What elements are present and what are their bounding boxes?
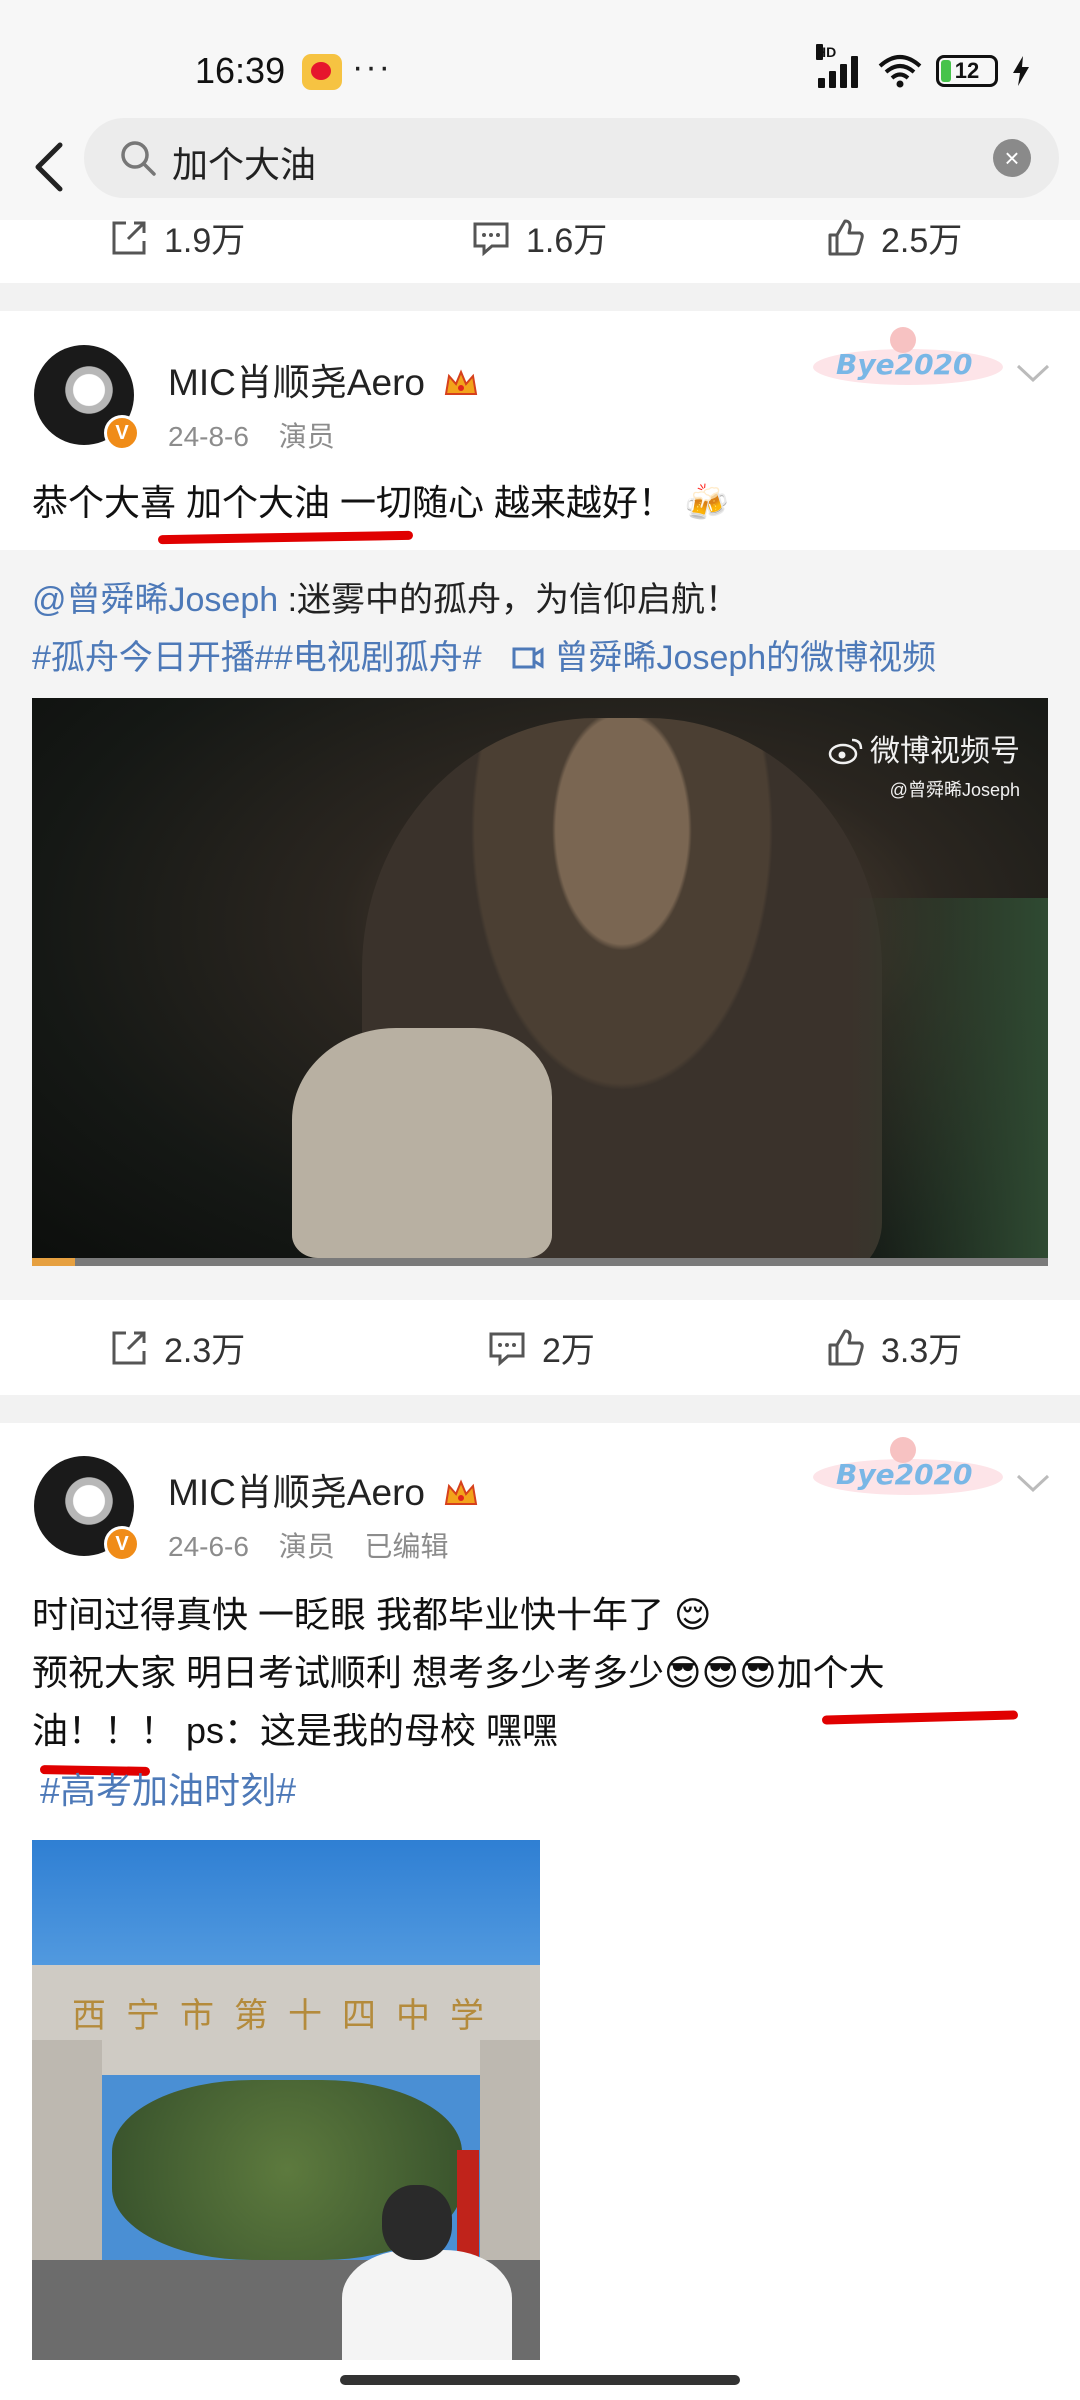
comment-button[interactable]: 1.6万 <box>470 195 607 280</box>
like-icon <box>828 219 864 255</box>
card-decoration-icon: Bye2020 <box>813 1437 1003 1495</box>
comment-count: 1.6万 <box>526 222 608 260</box>
video-player[interactable]: 微博视频号 @曾舜晞Joseph <box>32 698 1048 1266</box>
card-decoration-icon: Bye2020 <box>813 327 1003 385</box>
username[interactable]: MIC肖顺尧Aero <box>168 352 479 406</box>
svg-text:Bye2020: Bye2020 <box>836 1458 973 1491</box>
relieved-emoji: 😌 <box>674 1594 712 1635</box>
status-bar: 16:39 ··· HD 12 <box>0 0 1080 115</box>
avatar[interactable]: V <box>34 1456 140 1562</box>
verified-badge: V <box>104 1526 140 1562</box>
more-notifications-icon: ··· <box>352 48 392 86</box>
comment-icon <box>489 1332 525 1366</box>
post-text-line-1: 时间过得真快 一眨眼 我都毕业快十年了 😌 <box>32 1586 712 1644</box>
share-icon <box>112 1331 146 1364</box>
photo-gate-sign: 西宁市第十四中学 <box>72 1996 504 2036</box>
watermark-user: @曾舜晞Joseph <box>889 780 1020 800</box>
repost-tags-line: #孤舟今日开播##电视剧孤舟# 曾舜晞Joseph的微博视频 <box>32 630 936 679</box>
post-date: 24-6-6 <box>168 1531 249 1562</box>
like-button[interactable]: 2.5万 <box>825 195 962 280</box>
repost-body: :迷雾中的孤舟，为信仰启航！ <box>278 581 740 619</box>
search-icon <box>121 141 156 176</box>
post-1-actions: 2.3万 2万 3.3万 <box>0 1305 1080 1390</box>
repost-text: @曾舜晞Joseph :迷雾中的孤舟，为信仰启航！ <box>32 572 739 621</box>
network-type: HD <box>816 44 837 60</box>
video-progress-bar[interactable] <box>32 1258 1048 1266</box>
clear-icon[interactable]: × <box>993 139 1031 177</box>
repost-mention[interactable]: @曾舜晞Joseph <box>32 581 278 619</box>
comment-button[interactable]: 2万 <box>486 1305 595 1390</box>
comment-count: 2万 <box>542 1332 595 1370</box>
video-link[interactable]: 曾舜晞Joseph的微博视频 <box>555 639 937 677</box>
weibo-logo-icon <box>828 738 863 765</box>
post-meta: 24-8-6 演员 <box>168 415 357 455</box>
username-text[interactable]: MIC肖顺尧Aero <box>168 362 425 403</box>
share-count: 2.3万 <box>164 1332 246 1370</box>
share-count: 1.9万 <box>164 222 246 260</box>
post-text: 恭个大喜 加个大油 一切随心 越来越好！ 🍻 <box>32 474 729 532</box>
divider <box>0 1395 1080 1423</box>
video-bg <box>848 898 1048 1266</box>
sunglasses-emoji: 😎😎😎 <box>664 1652 777 1693</box>
like-icon <box>828 1329 864 1365</box>
post-line-2-tail: 加个大 <box>776 1652 885 1693</box>
share-button[interactable]: 1.9万 <box>108 195 245 280</box>
battery-icon: 12 <box>936 55 998 87</box>
cheers-emoji: 🍻 <box>684 482 729 523</box>
like-count: 3.3万 <box>881 1332 963 1370</box>
video-arm <box>292 1028 552 1258</box>
video-watermark: 微博视频号 @曾舜晞Joseph <box>828 726 1020 802</box>
post-date: 24-8-6 <box>168 421 249 452</box>
post-line-2: 预祝大家 明日考试顺利 想考多少考多少 <box>32 1652 665 1693</box>
crown-icon <box>445 369 478 395</box>
post-hashtag[interactable]: #高考加油时刻# <box>40 1762 296 1820</box>
share-icon <box>112 221 146 254</box>
repost-block[interactable]: @曾舜晞Joseph :迷雾中的孤舟，为信仰启航！ #孤舟今日开播##电视剧孤舟… <box>0 550 1080 1300</box>
weibo-notification-icon <box>302 54 342 90</box>
repost-hashtags[interactable]: #孤舟今日开播##电视剧孤舟# <box>32 639 482 677</box>
post-text-line-2: 预祝大家 明日考试顺利 想考多少考多少😎😎😎加个大 <box>32 1644 885 1702</box>
post-line-1: 时间过得真快 一眨眼 我都毕业快十年了 <box>32 1594 675 1635</box>
username[interactable]: MIC肖顺尧Aero <box>168 1462 479 1516</box>
previous-post-actions: 1.9万 1.6万 2.5万 <box>0 195 1080 280</box>
post-source: 演员 <box>278 421 335 452</box>
post-text-line-3: 油！！！ ps：这是我的母校 嘿嘿 <box>32 1702 558 1760</box>
post-line-3: 油！！！ ps：这是我的母校 嘿嘿 <box>32 1710 559 1751</box>
chevron-down-icon[interactable] <box>1012 1462 1054 1504</box>
username-text[interactable]: MIC肖顺尧Aero <box>168 1472 425 1513</box>
highlight-underline <box>157 530 414 545</box>
home-indicator[interactable] <box>340 2375 740 2385</box>
post-photo[interactable]: 西宁市第十四中学 <box>32 1840 540 2360</box>
avatar[interactable]: V <box>34 345 140 451</box>
crown-icon <box>445 1479 478 1505</box>
search-input[interactable]: 加个大油 × <box>84 118 1059 198</box>
video-progress-fill <box>32 1258 75 1266</box>
photo-person <box>332 2185 532 2360</box>
like-count: 2.5万 <box>881 222 963 260</box>
wifi-icon <box>878 55 922 88</box>
signal-icon: HD <box>816 44 864 88</box>
comment-icon <box>473 222 509 256</box>
chevron-down-icon[interactable] <box>1012 352 1054 394</box>
charging-icon <box>1013 56 1029 86</box>
divider <box>0 283 1080 311</box>
post-meta: 24-6-6 演员 已编辑 <box>168 1525 471 1565</box>
verified-badge: V <box>104 415 140 451</box>
search-query[interactable]: 加个大油 <box>172 136 316 188</box>
post-source: 演员 <box>278 1531 335 1562</box>
back-icon[interactable] <box>20 137 80 197</box>
svg-text:Bye2020: Bye2020 <box>836 348 973 381</box>
edited-label: 已编辑 <box>364 1531 449 1562</box>
watermark-title: 微博视频号 <box>870 735 1020 768</box>
share-button[interactable]: 2.3万 <box>108 1305 245 1390</box>
status-time: 16:39 <box>195 50 286 91</box>
highlight-underline <box>821 1710 1019 1725</box>
post-text-body: 恭个大喜 加个大油 一切随心 越来越好！ <box>32 482 675 523</box>
status-right: HD 12 <box>816 44 1030 88</box>
battery-level: 12 <box>954 58 980 83</box>
video-link-icon <box>512 647 544 669</box>
like-button[interactable]: 3.3万 <box>825 1305 962 1390</box>
